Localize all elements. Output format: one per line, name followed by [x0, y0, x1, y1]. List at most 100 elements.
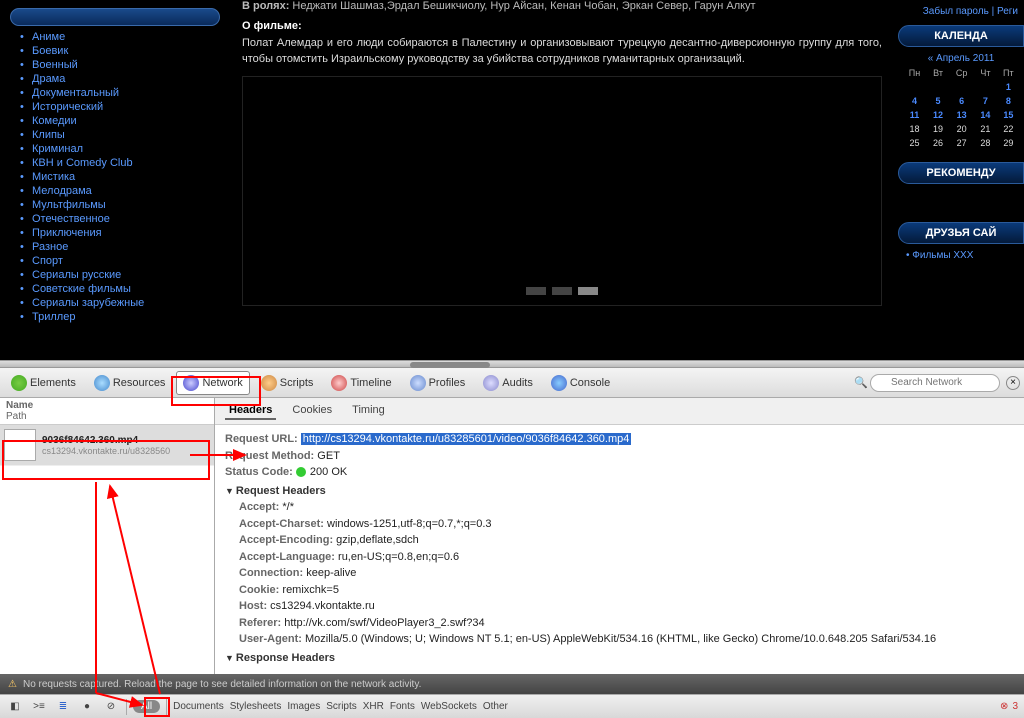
calendar[interactable]: « Апрель 2011 ПнВтСрЧтПт1456781112131415… — [898, 49, 1024, 156]
error-counter[interactable]: ⊗3 — [1000, 701, 1018, 712]
timeline-icon — [331, 375, 347, 391]
movie-about: О фильме:Полат Алемдар и его люди собира… — [242, 18, 882, 68]
calendar-month[interactable]: « Апрель 2011 — [902, 51, 1020, 66]
sidebar-item[interactable]: Аниме — [20, 30, 230, 44]
dock-button[interactable]: ◧ — [6, 699, 24, 715]
forgot-password-link[interactable]: Забыл пароль | Реги — [898, 4, 1024, 19]
calendar-day[interactable]: 26 — [927, 136, 949, 150]
calendar-day[interactable]: 27 — [949, 136, 974, 150]
tab-console[interactable]: Console — [544, 371, 617, 395]
calendar-day[interactable]: 8 — [997, 94, 1020, 108]
clear-button[interactable]: ⊘ — [102, 699, 120, 715]
scroll-thumb[interactable] — [410, 362, 490, 368]
split-handle[interactable] — [0, 360, 1024, 368]
request-detail: Headers Cookies Timing Request URL: http… — [215, 398, 1024, 674]
sidebar-item[interactable]: Боевик — [20, 44, 230, 58]
tab-resources[interactable]: Resources — [87, 371, 173, 395]
filter-stylesheets[interactable]: Stylesheets — [230, 701, 282, 712]
tab-profiles[interactable]: Profiles — [403, 371, 473, 395]
list-header: NamePath — [0, 398, 214, 425]
sidebar-item[interactable]: Криминал — [20, 142, 230, 156]
sidebar-item[interactable]: Сериалы русские — [20, 268, 230, 282]
filter-all[interactable]: All — [133, 700, 160, 713]
video-player[interactable] — [242, 76, 882, 306]
headers-content[interactable]: Request URL: http://cs13294.vkontakte.ru… — [215, 425, 1024, 674]
header-row: Referer: http://vk.com/swf/VideoPlayer3_… — [239, 615, 1014, 632]
calendar-day[interactable]: 20 — [949, 122, 974, 136]
sidebar-item[interactable]: Мелодрама — [20, 184, 230, 198]
sidebar-item[interactable]: Драма — [20, 72, 230, 86]
calendar-day[interactable]: 14 — [974, 108, 996, 122]
console-toggle-button[interactable]: >≡ — [30, 699, 48, 715]
filter-fonts[interactable]: Fonts — [390, 701, 415, 712]
filter-other[interactable]: Other — [483, 701, 508, 712]
sidebar-item[interactable]: Разное — [20, 240, 230, 254]
tab-timeline[interactable]: Timeline — [324, 371, 398, 395]
calendar-day[interactable] — [927, 80, 949, 94]
calendar-day[interactable]: 28 — [974, 136, 996, 150]
file-thumb-icon — [4, 429, 36, 461]
request-name: 9036f84642.360.mp4 — [42, 435, 170, 446]
status-bar: ⚠ No requests captured. Reload the page … — [0, 674, 1024, 694]
request-item[interactable]: 9036f84642.360.mp4 cs13294.vkontakte.ru/… — [0, 425, 214, 466]
calendar-day[interactable]: 1 — [997, 80, 1020, 94]
sidebar-item[interactable]: Исторический — [20, 100, 230, 114]
calendar-day[interactable] — [949, 80, 974, 94]
sidebar-item[interactable]: Сериалы зарубежные — [20, 296, 230, 310]
request-headers-section[interactable]: Request Headers — [225, 483, 1014, 500]
calendar-day[interactable] — [902, 80, 927, 94]
calendar-day[interactable]: 15 — [997, 108, 1020, 122]
filter-scripts[interactable]: Scripts — [326, 701, 357, 712]
sidebar-item[interactable]: Мультфильмы — [20, 198, 230, 212]
calendar-day[interactable]: 21 — [974, 122, 996, 136]
filter-images[interactable]: Images — [287, 701, 320, 712]
sidebar-item[interactable]: Документальный — [20, 86, 230, 100]
sidebar-item[interactable]: Комедии — [20, 114, 230, 128]
resources-icon — [94, 375, 110, 391]
tab-elements[interactable]: Elements — [4, 371, 83, 395]
filter-websockets[interactable]: WebSockets — [421, 701, 477, 712]
calendar-day[interactable]: 12 — [927, 108, 949, 122]
calendar-day[interactable]: 13 — [949, 108, 974, 122]
calendar-day[interactable]: 4 — [902, 94, 927, 108]
filter-xhr[interactable]: XHR — [363, 701, 384, 712]
friends-link[interactable]: • Фильмы XXX — [906, 250, 973, 261]
sidebar-item[interactable]: Отечественное — [20, 212, 230, 226]
filter-documents[interactable]: Documents — [173, 701, 224, 712]
subtab-cookies[interactable]: Cookies — [288, 402, 336, 420]
sidebar-item[interactable]: Триллер — [20, 310, 230, 324]
header-row: Connection: keep-alive — [239, 565, 1014, 582]
calendar-day[interactable]: 18 — [902, 122, 927, 136]
record-button[interactable]: ● — [78, 699, 96, 715]
sidebar-item[interactable]: Военный — [20, 58, 230, 72]
subtab-headers[interactable]: Headers — [225, 402, 276, 420]
calendar-day[interactable]: 22 — [997, 122, 1020, 136]
sidebar-item[interactable]: Приключения — [20, 226, 230, 240]
subtab-timing[interactable]: Timing — [348, 402, 389, 420]
calendar-day[interactable]: 11 — [902, 108, 927, 122]
error-icon: ⊗ — [1000, 701, 1008, 712]
search-input[interactable] — [870, 374, 1000, 392]
calendar-day[interactable]: 19 — [927, 122, 949, 136]
sidebar-item[interactable]: Советские фильмы — [20, 282, 230, 296]
sidebar-item[interactable]: Клипы — [20, 128, 230, 142]
calendar-day[interactable]: 5 — [927, 94, 949, 108]
calendar-day[interactable]: 7 — [974, 94, 996, 108]
tab-audits[interactable]: Audits — [476, 371, 540, 395]
close-devtools-button[interactable]: × — [1006, 376, 1020, 390]
response-headers-section[interactable]: Response Headers — [225, 650, 1014, 667]
sidebar-item[interactable]: КВН и Comedy Club — [20, 156, 230, 170]
sidebar-item[interactable]: Спорт — [20, 254, 230, 268]
list-view-button[interactable]: ≣ — [54, 699, 72, 715]
devtools-footer: ◧ >≡ ≣ ● ⊘ All Documents Stylesheets Ima… — [0, 694, 1024, 718]
tab-scripts[interactable]: Scripts — [254, 371, 321, 395]
warning-icon: ⚠ — [8, 679, 17, 690]
calendar-day[interactable] — [974, 80, 996, 94]
friends-header: ДРУЗЬЯ САЙ — [898, 222, 1024, 244]
calendar-day[interactable]: 29 — [997, 136, 1020, 150]
request-url[interactable]: http://cs13294.vkontakte.ru/u83285601/vi… — [301, 433, 632, 445]
tab-network[interactable]: Network — [176, 371, 249, 395]
sidebar-item[interactable]: Мистика — [20, 170, 230, 184]
calendar-day[interactable]: 25 — [902, 136, 927, 150]
calendar-day[interactable]: 6 — [949, 94, 974, 108]
